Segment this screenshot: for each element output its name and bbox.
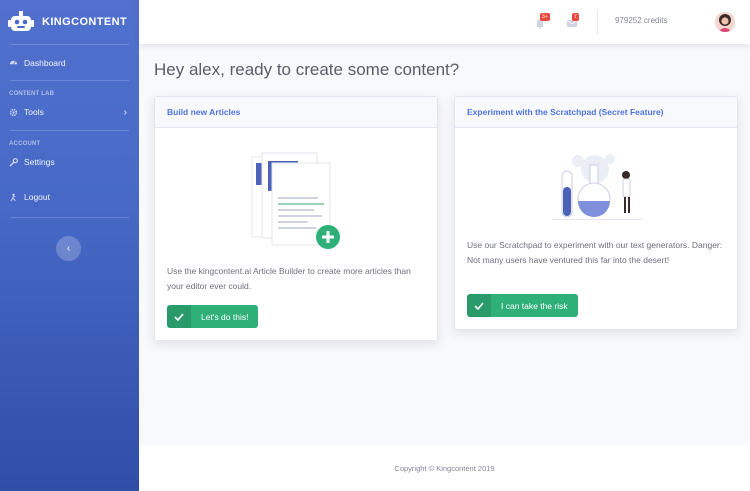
sidebar-item-label: Tools — [24, 107, 44, 117]
wrench-icon — [9, 157, 18, 167]
sidebar-toggle-button[interactable]: ‹ — [56, 236, 81, 261]
sidebar-item-label: Dashboard — [24, 57, 66, 68]
sidebar-item-label: Logout — [24, 192, 50, 202]
sidebar: KINGCONTENT Dashboard CONTENT LAB Tools … — [0, 0, 139, 491]
sidebar-item-logout[interactable]: Logout — [0, 177, 139, 217]
card-scratchpad: Experiment with the Scratchpad (Secret F… — [454, 96, 738, 330]
sidebar-item-settings[interactable]: Settings — [0, 147, 139, 177]
alerts-badge: 3+ — [540, 13, 550, 21]
topbar: 3+ 7 979252 credits — [139, 0, 750, 44]
topbar-divider — [597, 10, 598, 34]
sidebar-heading-account: ACCOUNT — [9, 141, 41, 147]
sidebar-item-tools[interactable]: Tools › — [0, 97, 139, 127]
cog-icon — [9, 108, 18, 117]
articles-illustration — [250, 147, 345, 257]
card-title: Experiment with the Scratchpad (Secret F… — [455, 97, 737, 128]
check-icon — [167, 305, 191, 328]
chevron-right-icon: › — [123, 106, 127, 118]
sidebar-item-dashboard[interactable]: Dashboard — [0, 45, 139, 80]
check-icon — [467, 294, 491, 317]
footer-copyright: Copyright © Kingcontent 2019 — [394, 463, 495, 473]
take-the-risk-button[interactable]: I can take the risk — [467, 294, 578, 317]
alerts-bell-icon[interactable]: 3+ — [534, 13, 550, 29]
logout-icon — [9, 193, 18, 202]
card-description: Use the kingcontent.ai Article Builder t… — [167, 266, 411, 291]
brand-name: KINGCONTENT — [42, 16, 128, 28]
credits-count[interactable]: 979252 credits — [615, 16, 667, 25]
button-label: Let's do this! — [201, 311, 249, 322]
button-label: I can take the risk — [501, 300, 568, 311]
brand[interactable]: KINGCONTENT — [0, 0, 139, 44]
card-description: Use our Scratchpad to experiment with ou… — [467, 240, 723, 265]
page-title: Hey alex, ready to create some content? — [154, 60, 460, 79]
user-avatar[interactable] — [715, 12, 735, 32]
sidebar-item-label: Settings — [24, 157, 55, 167]
card-title: Build new Articles — [155, 97, 437, 128]
messages-envelope-icon[interactable]: 7 — [566, 13, 579, 28]
card-build-articles: Build new Articles Use the kingcontent.a… — [154, 96, 438, 341]
sidebar-heading-content-lab: CONTENT LAB — [9, 91, 55, 97]
messages-badge: 7 — [572, 13, 579, 21]
dashboard-icon — [9, 58, 18, 67]
robot-logo-icon — [8, 11, 34, 33]
lets-do-this-button[interactable]: Let's do this! — [167, 305, 259, 328]
scratchpad-lab-illustration — [550, 149, 645, 229]
sidebar-divider — [10, 217, 129, 218]
footer: Copyright © Kingcontent 2019 — [139, 445, 750, 491]
